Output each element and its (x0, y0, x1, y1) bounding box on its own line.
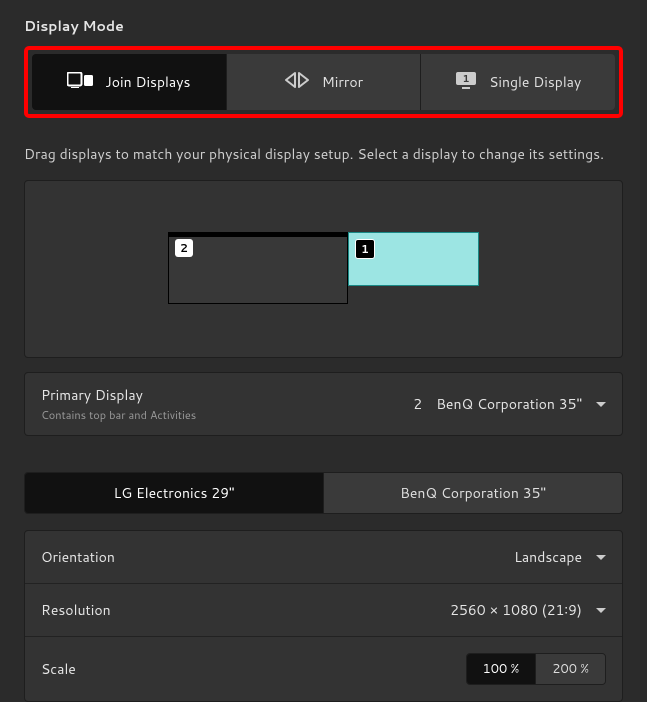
display-settings-panel: Orientation Landscape Resolution 2560 × … (24, 530, 623, 702)
orientation-row[interactable]: Orientation Landscape (25, 531, 622, 584)
scale-toggle: 100 % 200 % (466, 653, 607, 685)
single-display-label: Single Display (489, 72, 581, 92)
primary-display-index: 2 (413, 394, 422, 414)
join-displays-icon (67, 72, 93, 93)
resolution-label: Resolution (41, 600, 111, 620)
scale-100-button[interactable]: 100 % (467, 654, 537, 684)
chevron-down-icon (596, 555, 606, 560)
primary-display-row[interactable]: Primary Display Contains top bar and Act… (24, 372, 623, 436)
primary-display-name: BenQ Corporation 35" (436, 394, 582, 414)
join-displays-button[interactable]: Join Displays (32, 54, 227, 110)
display-1-rect[interactable]: 1 (348, 232, 479, 286)
resolution-row[interactable]: Resolution 2560 × 1080 (21∶9) (25, 584, 622, 637)
primary-display-subtitle: Contains top bar and Activities (41, 407, 196, 423)
mirror-label: Mirror (322, 72, 363, 92)
svg-text:1: 1 (463, 72, 470, 86)
mode-toggle-group: Join Displays Mirror 1 Single Display (32, 54, 615, 110)
single-display-button[interactable]: 1 Single Display (421, 54, 615, 110)
orientation-label: Orientation (41, 547, 115, 567)
display-2-rect[interactable]: 2 (168, 232, 348, 304)
display-1-badge: 1 (355, 239, 375, 259)
mode-selector-highlight: Join Displays Mirror 1 Single Display (24, 46, 623, 118)
display-arrangement-canvas[interactable]: 2 1 (24, 180, 623, 358)
mirror-icon (284, 71, 310, 94)
scale-label: Scale (41, 659, 76, 679)
primary-display-title: Primary Display (41, 385, 196, 405)
arrangement-instructions: Drag displays to match your physical dis… (24, 144, 623, 164)
mirror-button[interactable]: Mirror (227, 54, 422, 110)
scale-row: Scale 100 % 200 % (25, 637, 622, 701)
display-tabs: LG Electronics 29" BenQ Corporation 35" (24, 472, 623, 514)
display-2-badge: 2 (175, 239, 193, 257)
chevron-down-icon (596, 608, 606, 613)
resolution-value: 2560 × 1080 (21∶9) (450, 600, 582, 620)
chevron-down-icon (596, 402, 606, 407)
tab-benq-display[interactable]: BenQ Corporation 35" (324, 473, 622, 513)
join-displays-label: Join Displays (105, 72, 190, 92)
orientation-value: Landscape (514, 547, 582, 567)
tab-lg-display[interactable]: LG Electronics 29" (25, 473, 324, 513)
scale-200-button[interactable]: 200 % (536, 654, 605, 684)
display-mode-title: Display Mode (24, 16, 623, 36)
single-display-icon: 1 (455, 71, 477, 94)
